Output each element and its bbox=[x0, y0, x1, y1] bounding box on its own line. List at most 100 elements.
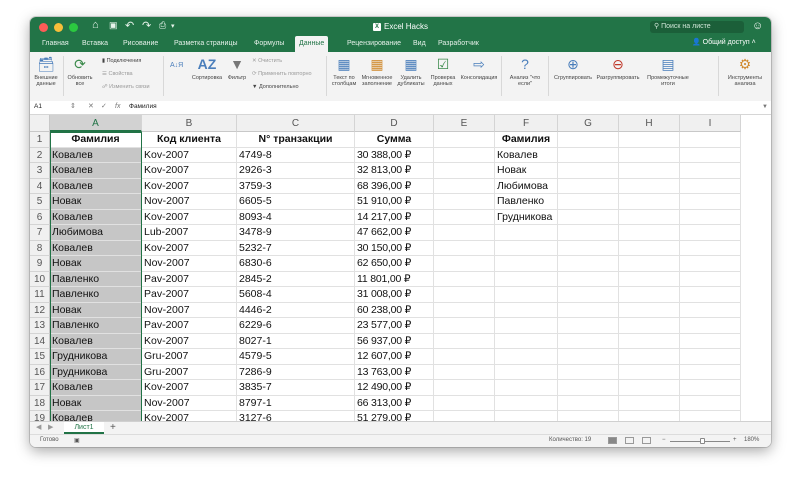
cell[interactable] bbox=[619, 349, 680, 365]
cell[interactable]: 5608-4 bbox=[237, 287, 355, 303]
cell[interactable] bbox=[680, 271, 741, 287]
cell[interactable] bbox=[558, 147, 619, 163]
column-header-d[interactable]: D bbox=[355, 115, 434, 132]
column-header-i[interactable]: I bbox=[680, 115, 741, 132]
cell[interactable]: 3127-6 bbox=[237, 411, 355, 421]
cell[interactable] bbox=[434, 225, 495, 241]
row-header[interactable]: 15 bbox=[30, 349, 50, 365]
zoom-level[interactable]: 180% bbox=[744, 437, 759, 443]
cell[interactable] bbox=[434, 209, 495, 225]
cell[interactable] bbox=[434, 147, 495, 163]
page-layout-view-button[interactable] bbox=[625, 437, 634, 444]
cell[interactable]: Ковалев bbox=[50, 147, 142, 163]
cell[interactable] bbox=[680, 256, 741, 272]
cell[interactable]: Kov-2007 bbox=[142, 178, 237, 194]
cell[interactable]: Грудникова bbox=[50, 349, 142, 365]
row-header[interactable]: 5 bbox=[30, 194, 50, 210]
cell[interactable]: 30 150,00 ₽ bbox=[355, 240, 434, 256]
cell[interactable]: 11 801,00 ₽ bbox=[355, 271, 434, 287]
cell[interactable] bbox=[495, 318, 558, 334]
cell[interactable] bbox=[495, 256, 558, 272]
cell[interactable]: 68 396,00 ₽ bbox=[355, 178, 434, 194]
cell[interactable] bbox=[680, 349, 741, 365]
cell[interactable]: Ковалев bbox=[50, 178, 142, 194]
cell[interactable] bbox=[495, 240, 558, 256]
cell[interactable] bbox=[434, 194, 495, 210]
cell[interactable] bbox=[495, 271, 558, 287]
cell[interactable] bbox=[619, 411, 680, 421]
cell[interactable]: Nov-2007 bbox=[142, 395, 237, 411]
cell[interactable] bbox=[558, 349, 619, 365]
expand-formula-bar-icon[interactable]: ▼ bbox=[762, 102, 768, 112]
tab-6[interactable]: Рецензирование bbox=[347, 36, 401, 52]
cell[interactable]: Pav-2007 bbox=[142, 287, 237, 303]
cell[interactable] bbox=[680, 380, 741, 396]
add-sheet-button[interactable]: + bbox=[110, 422, 116, 434]
formula-input[interactable]: Фамилия bbox=[129, 102, 157, 112]
cell[interactable]: 30 388,00 ₽ bbox=[355, 147, 434, 163]
data-validation-button[interactable]: ☑ Проверка данных bbox=[428, 56, 458, 87]
cell[interactable] bbox=[434, 178, 495, 194]
cell[interactable] bbox=[680, 225, 741, 241]
cell[interactable] bbox=[619, 147, 680, 163]
cell[interactable] bbox=[558, 364, 619, 380]
cancel-entry-icon[interactable]: ✕ bbox=[88, 102, 94, 112]
row-header[interactable]: 6 bbox=[30, 209, 50, 225]
cell[interactable]: 4446-2 bbox=[237, 302, 355, 318]
row-header[interactable]: 10 bbox=[30, 271, 50, 287]
cell[interactable]: 13 763,00 ₽ bbox=[355, 364, 434, 380]
name-box[interactable]: A1 bbox=[34, 102, 70, 112]
cell[interactable]: Ковалев bbox=[495, 147, 558, 163]
row-header[interactable]: 12 bbox=[30, 302, 50, 318]
cell[interactable]: Новак bbox=[495, 163, 558, 179]
cell[interactable]: Павленко bbox=[495, 194, 558, 210]
cell[interactable]: 12 607,00 ₽ bbox=[355, 349, 434, 365]
what-if-button[interactable]: ? Анализ "что если" bbox=[506, 56, 544, 87]
row-header[interactable]: 11 bbox=[30, 287, 50, 303]
cell[interactable]: Код клиента bbox=[142, 132, 237, 148]
cell[interactable] bbox=[680, 411, 741, 421]
cell[interactable]: 47 662,00 ₽ bbox=[355, 225, 434, 241]
cell[interactable] bbox=[680, 132, 741, 148]
cell[interactable] bbox=[558, 333, 619, 349]
cell[interactable] bbox=[619, 256, 680, 272]
cell[interactable]: Ковалев bbox=[50, 380, 142, 396]
tab-2[interactable]: Рисование bbox=[123, 36, 158, 52]
cell[interactable] bbox=[434, 380, 495, 396]
row-header[interactable]: 19 bbox=[30, 411, 50, 421]
cell[interactable] bbox=[558, 132, 619, 148]
column-header-b[interactable]: B bbox=[142, 115, 237, 132]
cell[interactable]: Kov-2007 bbox=[142, 147, 237, 163]
cell[interactable] bbox=[434, 163, 495, 179]
ungroup-button[interactable]: ⊖ Разгруппировать bbox=[596, 56, 640, 81]
cell[interactable] bbox=[619, 395, 680, 411]
cell[interactable]: Nov-2007 bbox=[142, 194, 237, 210]
zoom-in-button[interactable]: + bbox=[733, 437, 737, 443]
cell[interactable]: 2926-3 bbox=[237, 163, 355, 179]
properties-button[interactable]: ☰ Свойства bbox=[102, 71, 133, 77]
share-button[interactable]: 👤 Общий доступ ˄ bbox=[692, 38, 756, 46]
cell[interactable] bbox=[558, 380, 619, 396]
cell[interactable] bbox=[434, 132, 495, 148]
cell[interactable]: Фамилия bbox=[50, 132, 142, 148]
cell[interactable]: 5232-7 bbox=[237, 240, 355, 256]
clear-filter-button[interactable]: ✕ Очистить bbox=[252, 58, 282, 64]
tab-0[interactable]: Главная bbox=[42, 36, 69, 52]
cell[interactable]: 3835-7 bbox=[237, 380, 355, 396]
cell[interactable]: 60 238,00 ₽ bbox=[355, 302, 434, 318]
cell[interactable] bbox=[680, 302, 741, 318]
cell[interactable]: Gru-2007 bbox=[142, 364, 237, 380]
column-header-h[interactable]: H bbox=[619, 115, 680, 132]
cell[interactable]: 32 813,00 ₽ bbox=[355, 163, 434, 179]
cell[interactable] bbox=[434, 240, 495, 256]
sheet-tab-list1[interactable]: Лист1 bbox=[64, 422, 104, 434]
worksheet-grid[interactable]: A B C D E F G H I 1 Фамилия Код клиента N° транзакци… bbox=[30, 115, 771, 421]
cell[interactable]: 7286-9 bbox=[237, 364, 355, 380]
cell[interactable]: 14 217,00 ₽ bbox=[355, 209, 434, 225]
external-data-button[interactable]: 🗃 Внешние данные bbox=[33, 56, 59, 87]
cell[interactable]: 66 313,00 ₽ bbox=[355, 395, 434, 411]
cell[interactable] bbox=[434, 333, 495, 349]
cell[interactable] bbox=[680, 147, 741, 163]
tab-8[interactable]: Разработчик bbox=[438, 36, 479, 52]
cell[interactable] bbox=[619, 240, 680, 256]
